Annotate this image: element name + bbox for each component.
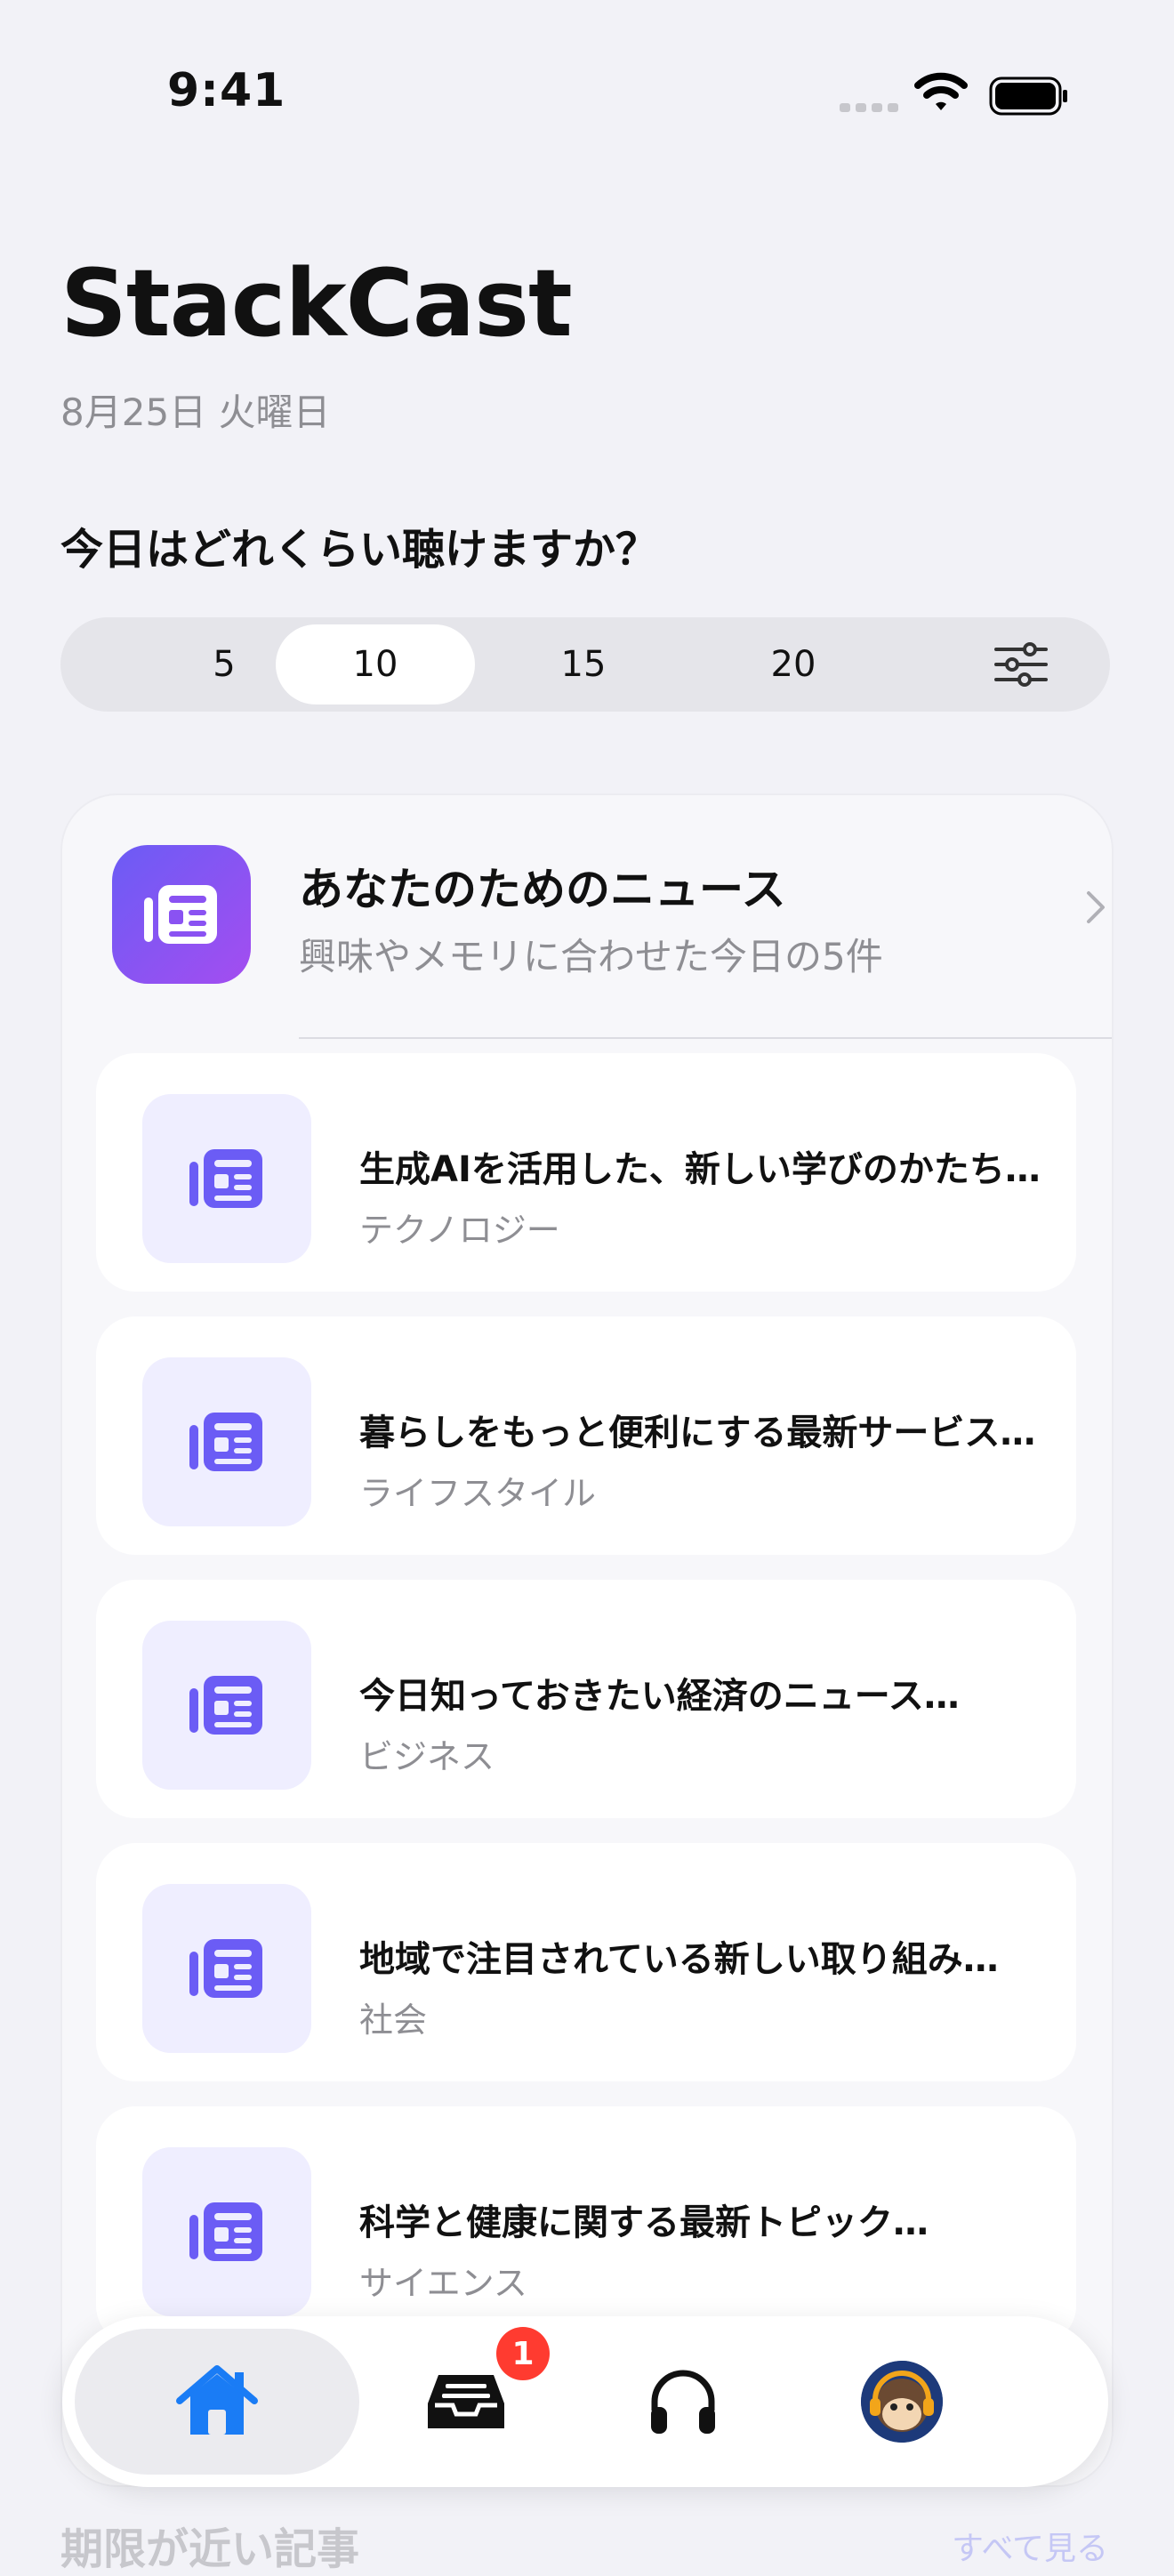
battery-icon: [989, 76, 1067, 116]
duration-segmented-control: 5 10 15 20: [60, 617, 1110, 712]
news-section-title: あなたのためのニュース: [299, 864, 786, 915]
newspaper-icon: [144, 885, 217, 944]
article-item[interactable]: 科学と健康に関する最新トピック… サイエンス: [96, 2106, 1076, 2345]
article-title: 今日知っておきたい経済のニュース…: [359, 1676, 960, 1717]
article-item[interactable]: 今日知っておきたい経済のニュース… ビジネス: [96, 1580, 1076, 1818]
news-section-subtitle: 興味やメモリに合わせた今日の5件: [299, 935, 883, 978]
article-category: テクノロジー: [359, 1211, 560, 1250]
article-title: 地域で注目されている新しい取り組み…: [359, 1939, 999, 1980]
news-app-icon: [112, 845, 251, 984]
date-label: 8月25日 火曜日: [60, 390, 331, 434]
chevron-right-icon: [1087, 891, 1105, 923]
article-category: サイエンス: [359, 2264, 527, 2303]
inbox-icon: [428, 2375, 504, 2428]
monkey-avatar-icon: [861, 2361, 943, 2443]
article-title: 科学と健康に関する最新トピック…: [359, 2202, 929, 2243]
inbox-badge: 1: [496, 2327, 550, 2380]
status-time: 9:41: [167, 64, 286, 117]
article-category: 社会: [359, 2000, 428, 2040]
headphones-icon: [651, 2370, 715, 2434]
wifi-icon: [914, 72, 968, 110]
duration-question: 今日はどれくらい聴けますか？: [60, 525, 659, 575]
article-thumbnail: [142, 1621, 311, 1790]
article-title: 暮らしをもっと便利にする最新サービス…: [359, 1413, 1036, 1453]
duration-option-20[interactable]: 20: [694, 624, 893, 704]
newspaper-icon: [189, 1413, 262, 1471]
article-item[interactable]: 暮らしをもっと便利にする最新サービス… ライフスタイル: [96, 1316, 1076, 1555]
tab-home[interactable]: [75, 2329, 359, 2475]
article-thumbnail: [142, 1357, 311, 1526]
article-item[interactable]: 生成AIを活用した、新しい学びのかたち… テクノロジー: [96, 1053, 1076, 1292]
news-card: あなたのためのニュース 興味やメモリに合わせた今日の5件 生成AIを活用した、新…: [60, 793, 1114, 2487]
article-category: ライフスタイル: [359, 1474, 597, 1513]
expiring-section-title: 期限が近い記事: [60, 2524, 360, 2574]
article-title: 生成AIを活用した、新しい学びのかたち…: [359, 1149, 1041, 1190]
sliders-icon: [994, 642, 1048, 687]
newspaper-icon: [189, 1939, 262, 1998]
newspaper-icon: [189, 1676, 262, 1735]
article-thumbnail: [142, 2147, 311, 2316]
article-category: ビジネス: [359, 1737, 495, 1776]
article-thumbnail: [142, 1094, 311, 1263]
news-header[interactable]: あなたのためのニュース 興味やメモリに合わせた今日の5件: [112, 845, 1105, 996]
newspaper-icon: [189, 1149, 262, 1208]
duration-option-10[interactable]: 10: [276, 624, 475, 704]
duration-option-15[interactable]: 15: [484, 624, 683, 704]
divider: [299, 1037, 1112, 1039]
profile-avatar: [861, 2361, 943, 2443]
filter-button[interactable]: [950, 624, 1092, 704]
status-bar: 9:41: [0, 0, 1174, 178]
see-all-link[interactable]: すべて見る: [952, 2523, 1108, 2569]
tab-bar: 1: [62, 2316, 1108, 2487]
signal-icon: [840, 103, 898, 112]
article-thumbnail: [142, 1884, 311, 2053]
tab-profile[interactable]: [813, 2329, 991, 2475]
newspaper-icon: [189, 2202, 262, 2261]
tab-listen[interactable]: [594, 2329, 772, 2475]
article-item[interactable]: 地域で注目されている新しい取り組み… 社会: [96, 1843, 1076, 2081]
home-icon: [176, 2365, 258, 2435]
app-title: StackCast: [60, 249, 573, 358]
